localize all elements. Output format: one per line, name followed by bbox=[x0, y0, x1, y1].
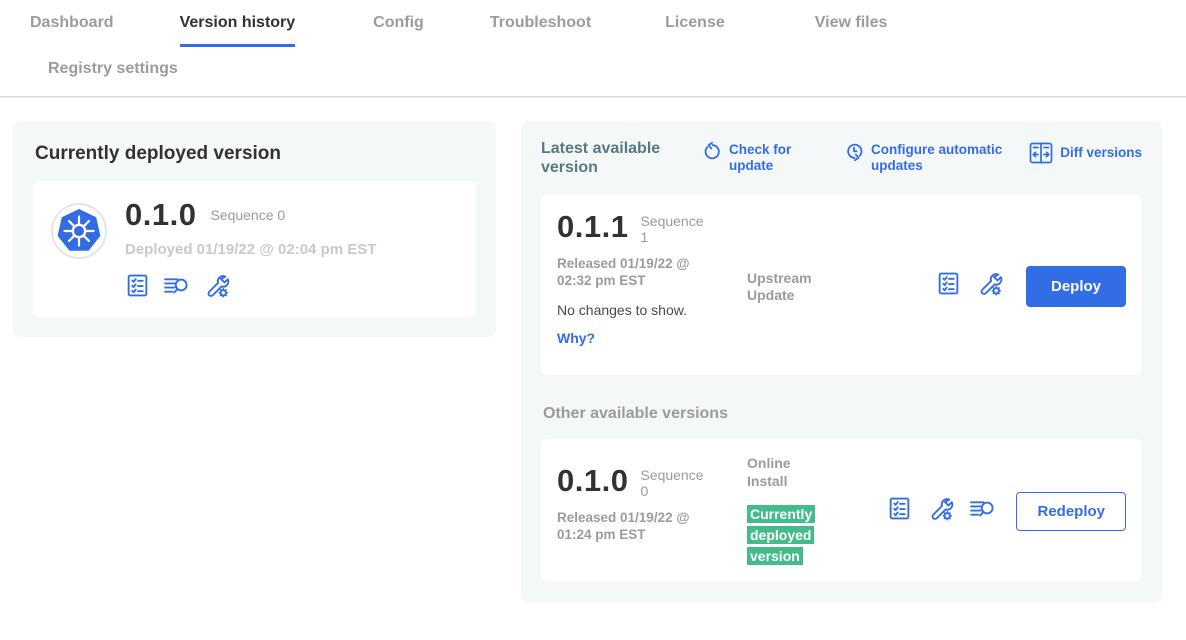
deployed-version-number: 0.1.0 bbox=[125, 197, 196, 233]
tab-config[interactable]: Config bbox=[373, 14, 424, 44]
check-for-update-link[interactable]: Check for update bbox=[703, 142, 803, 174]
config-wrench-icon[interactable] bbox=[976, 270, 1003, 302]
latest-source-column: Upstream Update bbox=[747, 270, 847, 305]
refresh-arrow-icon bbox=[703, 142, 722, 161]
deployed-timestamp: Deployed 01/19/22 @ 02:04 pm EST bbox=[125, 241, 376, 258]
deploy-button[interactable]: Deploy bbox=[1026, 266, 1126, 307]
currently-deployed-title: Currently deployed version bbox=[35, 143, 476, 165]
other-version-card: 0.1.0 Sequence 0 Released 01/19/22 @ 01:… bbox=[541, 439, 1142, 581]
no-changes-text: No changes to show. bbox=[557, 302, 747, 318]
preflight-checklist-icon[interactable] bbox=[936, 271, 961, 301]
configure-automatic-updates-label: Configure automatic updates bbox=[871, 142, 1019, 174]
other-source-label: Online Install bbox=[747, 455, 807, 490]
nav-row-secondary: Registry settings bbox=[0, 50, 1186, 96]
deploy-logs-icon[interactable] bbox=[969, 496, 996, 526]
latest-actions: Deploy bbox=[936, 266, 1126, 307]
other-version-info: 0.1.0 Sequence 0 Released 01/19/22 @ 01:… bbox=[557, 455, 747, 567]
check-for-update-label: Check for update bbox=[729, 142, 803, 174]
schedule-update-icon bbox=[845, 142, 864, 161]
tab-version-history[interactable]: Version history bbox=[180, 14, 296, 47]
nav-row-primary: Dashboard Version history Config Trouble… bbox=[0, 0, 1186, 50]
tab-dashboard[interactable]: Dashboard bbox=[30, 14, 114, 44]
deployed-version-card: 0.1.0 Sequence 0 Deployed 01/19/22 @ 02:… bbox=[33, 181, 476, 317]
latest-version-card: 0.1.1 Sequence 1 Released 01/19/22 @ 02:… bbox=[541, 195, 1142, 375]
configure-automatic-updates-link[interactable]: Configure automatic updates bbox=[845, 142, 1019, 174]
other-version-number: 0.1.0 bbox=[557, 465, 628, 496]
latest-released-timestamp: Released 01/19/22 @ 02:32 pm EST bbox=[557, 255, 727, 290]
available-versions-header: Latest available version Check for updat… bbox=[541, 139, 1142, 177]
main-content: Currently deployed version bbox=[0, 97, 1186, 603]
latest-version-number: 0.1.1 bbox=[557, 211, 628, 242]
latest-source-label: Upstream Update bbox=[747, 270, 827, 305]
tab-registry-settings[interactable]: Registry settings bbox=[48, 60, 178, 78]
currently-deployed-panel: Currently deployed version bbox=[13, 121, 496, 337]
kubernetes-logo-icon bbox=[51, 203, 107, 259]
latest-version-info: 0.1.1 Sequence 1 Released 01/19/22 @ 02:… bbox=[557, 211, 747, 361]
why-link[interactable]: Why? bbox=[557, 330, 595, 346]
other-available-versions-title: Other available versions bbox=[543, 405, 1142, 423]
other-released-timestamp: Released 01/19/22 @ 01:24 pm EST bbox=[557, 509, 727, 544]
config-wrench-icon[interactable] bbox=[927, 495, 954, 527]
preflight-checklist-icon[interactable] bbox=[125, 273, 150, 298]
available-versions-panel: Latest available version Check for updat… bbox=[521, 121, 1162, 603]
other-sequence-label: Sequence 0 bbox=[640, 467, 706, 499]
other-actions: Redeploy bbox=[887, 492, 1126, 531]
config-wrench-icon[interactable] bbox=[203, 272, 230, 299]
diff-versions-link[interactable]: Diff versions bbox=[1029, 142, 1142, 164]
preflight-checklist-icon[interactable] bbox=[887, 496, 912, 526]
diff-versions-icon bbox=[1029, 142, 1053, 164]
top-navigation: Dashboard Version history Config Trouble… bbox=[0, 0, 1186, 97]
deployed-sequence-label: Sequence 0 bbox=[210, 207, 285, 223]
tab-view-files[interactable]: View files bbox=[815, 14, 888, 44]
tab-troubleshoot[interactable]: Troubleshoot bbox=[490, 14, 591, 44]
latest-available-title: Latest available version bbox=[541, 139, 687, 177]
currently-deployed-badge: Currently deployed version bbox=[747, 505, 815, 565]
deploy-logs-icon[interactable] bbox=[163, 273, 190, 298]
tab-license[interactable]: License bbox=[665, 14, 725, 44]
latest-sequence-label: Sequence 1 bbox=[640, 213, 706, 245]
other-source-column: Online Install Currently deployed versio… bbox=[747, 455, 847, 567]
deployed-version-info: 0.1.0 Sequence 0 Deployed 01/19/22 @ 02:… bbox=[125, 197, 376, 299]
diff-versions-label: Diff versions bbox=[1060, 145, 1142, 161]
redeploy-button[interactable]: Redeploy bbox=[1016, 492, 1126, 531]
